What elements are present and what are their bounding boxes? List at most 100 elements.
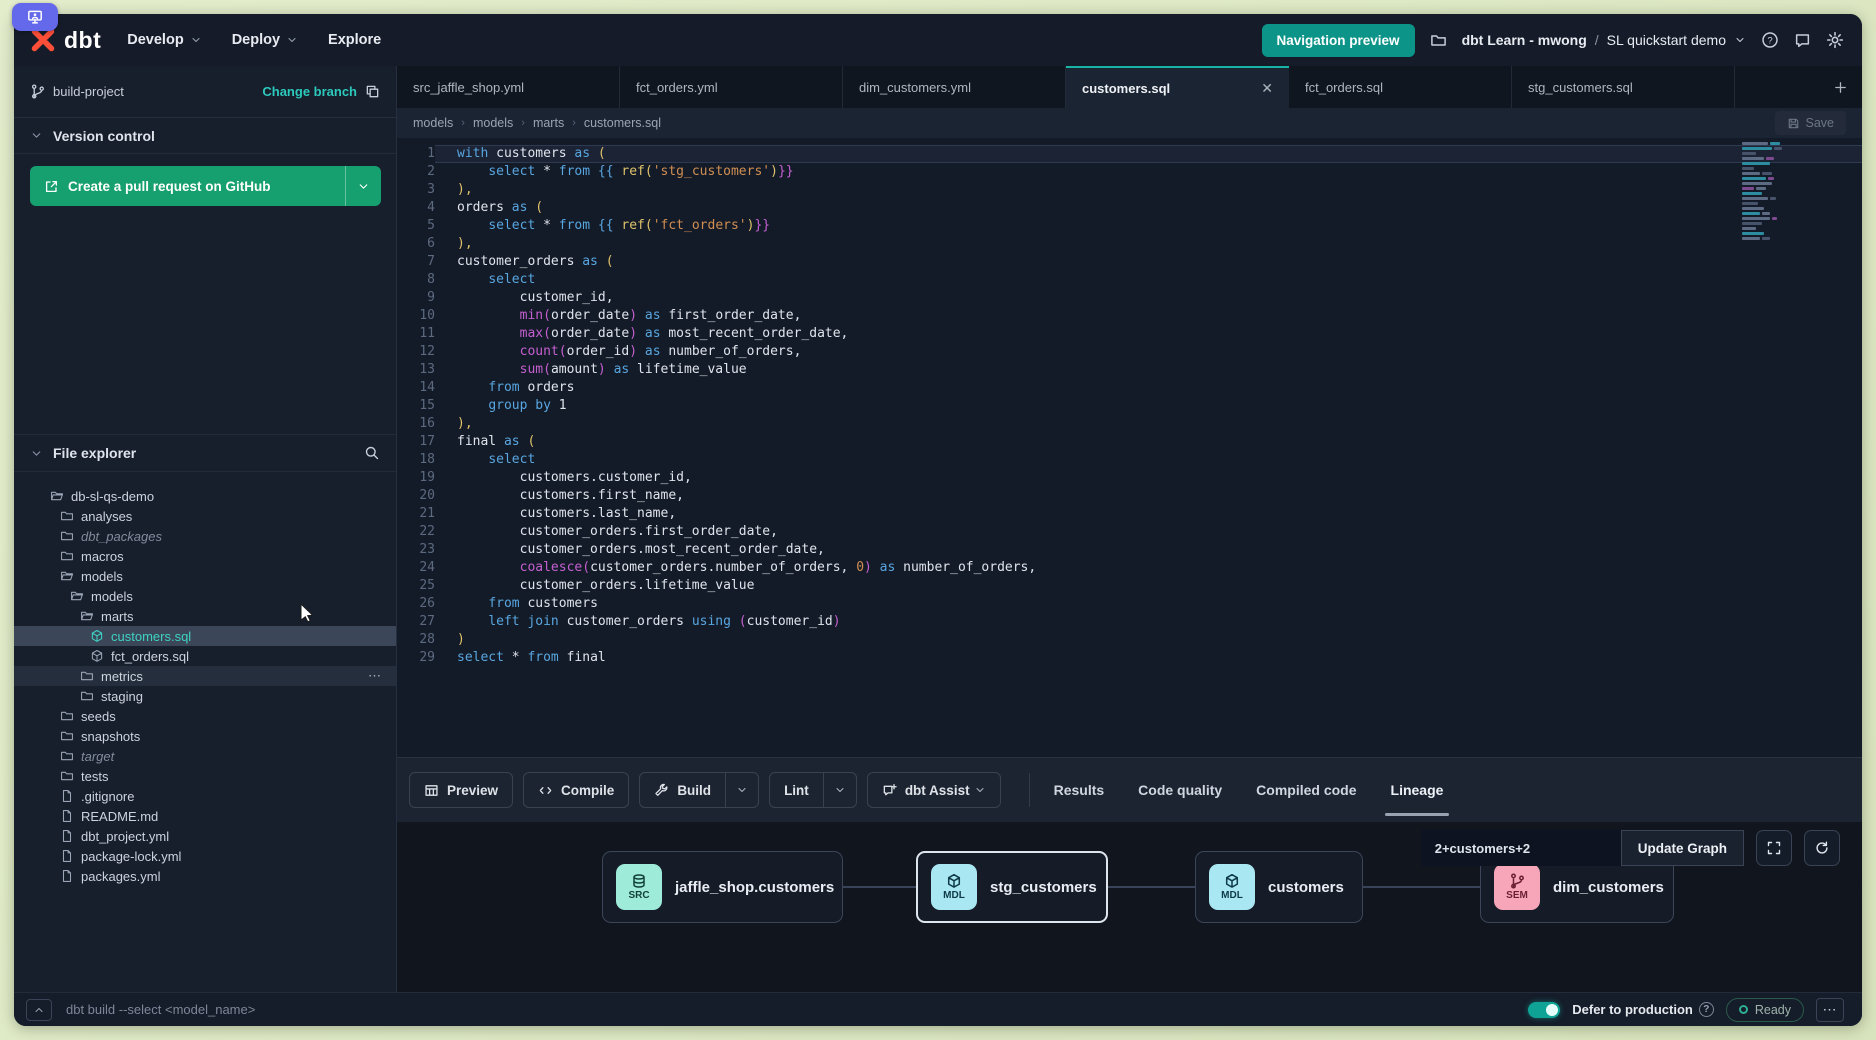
defer-toggle[interactable]	[1528, 1002, 1560, 1018]
menu-explore[interactable]: Explore	[328, 32, 381, 48]
menu-develop[interactable]: Develop	[127, 32, 201, 48]
code-editor[interactable]: 1with customers as (2 select * from {{ r…	[397, 138, 1862, 757]
editor-tab-stg_customers.sql[interactable]: stg_customers.sql	[1512, 66, 1735, 108]
code-line: 20 customers.first_name,	[397, 487, 1862, 505]
code-line: 1with customers as (	[397, 145, 1862, 163]
node-label: customers	[1268, 879, 1344, 896]
tree-item-tests[interactable]: tests	[14, 766, 396, 786]
tree-item-seeds[interactable]: seeds	[14, 706, 396, 726]
lineage-node-customers[interactable]: MDLcustomers	[1195, 851, 1363, 923]
editor-tab-fct_orders.sql[interactable]: fct_orders.sql	[1289, 66, 1512, 108]
line-number: 10	[397, 307, 435, 325]
pr-dropdown-caret[interactable]	[345, 166, 381, 206]
item-menu-icon[interactable]: ⋯	[368, 668, 382, 684]
change-branch-link[interactable]: Change branch	[262, 84, 357, 99]
lineage-node-jaffle_shop.customers[interactable]: SRCjaffle_shop.customers	[602, 851, 843, 923]
tree-item-dbt_packages[interactable]: dbt_packages	[14, 526, 396, 546]
tree-item-customers.sql[interactable]: customers.sql	[14, 626, 396, 646]
breadcrumb-item[interactable]: models	[473, 116, 513, 130]
tree-item-db-sl-qs-demo[interactable]: db-sl-qs-demo	[14, 486, 396, 506]
tree-item-marts[interactable]: marts	[14, 606, 396, 626]
tree-item-macros[interactable]: macros	[14, 546, 396, 566]
account-breadcrumb[interactable]: dbt Learn - mwong / SL quickstart demo	[1462, 32, 1746, 48]
tree-item-.gitignore[interactable]: .gitignore	[14, 786, 396, 806]
tree-item-staging[interactable]: staging	[14, 686, 396, 706]
editor-tab-src_jaffle_shop.yml[interactable]: src_jaffle_shop.yml	[397, 66, 620, 108]
screen-share-badge[interactable]	[12, 3, 58, 31]
code-line: 11 max(order_date) as most_recent_order_…	[397, 325, 1862, 343]
line-content: from orders	[435, 379, 1862, 397]
breadcrumb-item[interactable]: customers.sql	[584, 116, 661, 130]
badge-label: SRC	[628, 890, 649, 901]
panel-tab-results[interactable]: Results	[1052, 772, 1107, 808]
status-menu-button[interactable]: ⋯	[1816, 998, 1844, 1022]
navigation-preview-button[interactable]: Navigation preview	[1262, 24, 1415, 57]
settings-gear-icon[interactable]	[1826, 31, 1844, 49]
tree-item-package-lock.yml[interactable]: package-lock.yml	[14, 846, 396, 866]
feedback-chat-icon[interactable]	[1794, 32, 1811, 49]
lineage-node-stg_customers[interactable]: MDLstg_customers	[916, 851, 1108, 923]
editor-tab-dim_customers.yml[interactable]: dim_customers.yml	[843, 66, 1066, 108]
menu-label: Develop	[127, 32, 183, 48]
save-button[interactable]: Save	[1775, 111, 1847, 135]
update-graph-button[interactable]: Update Graph	[1621, 830, 1744, 866]
command-input[interactable]: dbt build --select <model_name>	[66, 1002, 255, 1017]
code-line: 12 count(order_id) as number_of_orders,	[397, 343, 1862, 361]
expand-command-button[interactable]	[26, 999, 52, 1021]
lint-button[interactable]: Lint	[769, 772, 857, 808]
panel-tab-code-quality[interactable]: Code quality	[1136, 772, 1224, 808]
top-nav-right: Navigation preview dbt Learn - mwong / S…	[1262, 24, 1844, 57]
split-caret[interactable]	[823, 773, 856, 807]
tree-item-target[interactable]: target	[14, 746, 396, 766]
mdl-badge: MDL	[931, 864, 977, 910]
folder-icon	[60, 769, 74, 783]
line-number: 21	[397, 505, 435, 523]
toolbar-buttons: Preview Compile Build Lint dbt Assist	[409, 772, 1001, 808]
breadcrumb-item[interactable]: marts	[533, 116, 564, 130]
save-label: Save	[1806, 116, 1835, 130]
close-icon[interactable]: ✕	[1261, 80, 1273, 97]
tree-item-label: tests	[81, 769, 108, 784]
tree-item-dbt_project.yml[interactable]: dbt_project.yml	[14, 826, 396, 846]
tree-item-label: metrics	[101, 669, 143, 684]
tree-item-packages.yml[interactable]: packages.yml	[14, 866, 396, 886]
preview-button[interactable]: Preview	[409, 772, 513, 808]
lineage-canvas[interactable]: 2+customers+2 Update Graph SRCjaffle_sho…	[397, 822, 1862, 992]
panel-tab-lineage[interactable]: Lineage	[1389, 772, 1446, 808]
tree-item-fct_orders.sql[interactable]: fct_orders.sql	[14, 646, 396, 666]
file-explorer-header[interactable]: File explorer	[14, 434, 396, 472]
lineage-selector-input[interactable]: 2+customers+2	[1421, 830, 1621, 866]
new-tab-button[interactable]	[1833, 66, 1848, 108]
defer-help-icon[interactable]: ?	[1699, 1002, 1714, 1017]
line-number: 12	[397, 343, 435, 361]
editor-tab-customers.sql[interactable]: customers.sql✕	[1066, 66, 1289, 108]
node-label: dim_customers	[1553, 879, 1664, 896]
create-pr-button[interactable]: Create a pull request on GitHub	[30, 166, 381, 206]
menu-deploy[interactable]: Deploy	[232, 32, 298, 48]
copy-icon[interactable]	[365, 84, 380, 99]
tree-item-analyses[interactable]: analyses	[14, 506, 396, 526]
help-icon[interactable]: ?	[1761, 31, 1779, 49]
editor-tab-fct_orders.yml[interactable]: fct_orders.yml	[620, 66, 843, 108]
tree-item-models[interactable]: models	[14, 566, 396, 586]
minimap[interactable]	[1742, 142, 1800, 240]
tree-item-README.md[interactable]: README.md	[14, 806, 396, 826]
line-content: group by 1	[435, 397, 1862, 415]
tree-item-label: README.md	[81, 809, 158, 824]
breadcrumb-item[interactable]: models	[413, 116, 453, 130]
refresh-icon[interactable]	[1804, 830, 1840, 866]
tree-item-metrics[interactable]: metrics ⋯	[14, 666, 396, 686]
dbt-assist-button[interactable]: dbt Assist	[867, 772, 1001, 808]
panel-tab-compiled-code[interactable]: Compiled code	[1254, 772, 1358, 808]
version-control-header[interactable]: Version control	[14, 118, 396, 154]
fullscreen-icon[interactable]	[1756, 830, 1792, 866]
tree-item-models[interactable]: models	[14, 586, 396, 606]
split-caret[interactable]	[725, 773, 758, 807]
code-line: 29select * from final	[397, 649, 1862, 667]
compile-button[interactable]: Compile	[523, 772, 629, 808]
chevron-down-icon	[1734, 34, 1746, 46]
build-button[interactable]: Build	[639, 772, 759, 808]
tree-item-snapshots[interactable]: snapshots	[14, 726, 396, 746]
search-icon[interactable]	[364, 445, 380, 461]
line-content: coalesce(customer_orders.number_of_order…	[435, 559, 1862, 577]
